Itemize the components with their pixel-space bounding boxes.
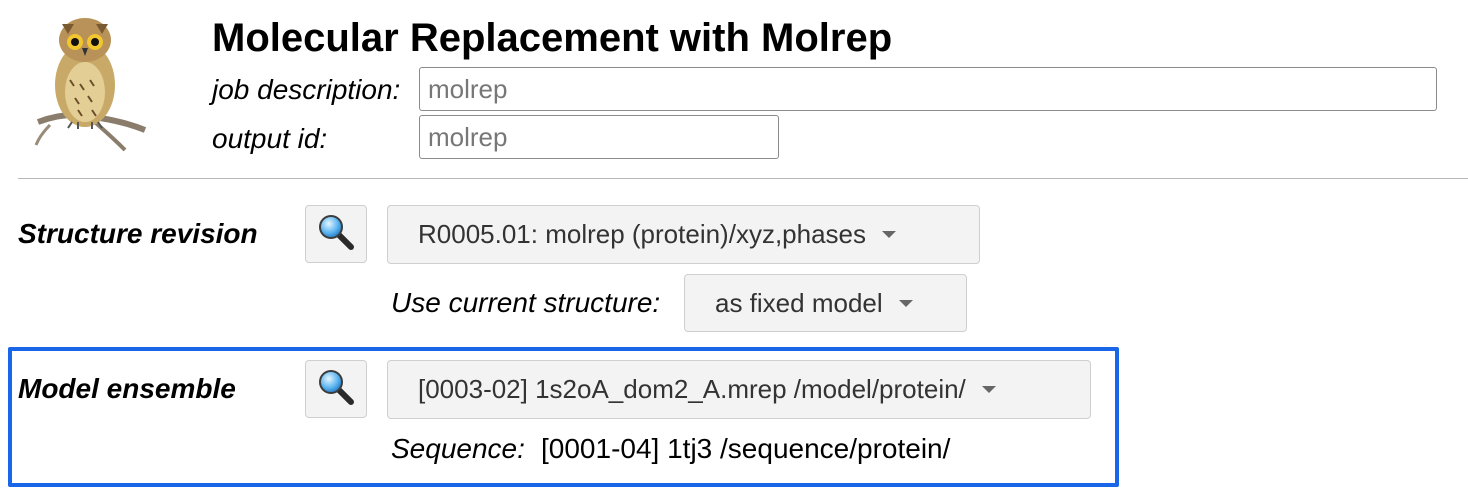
page-title: Molecular Replacement with Molrep — [212, 16, 893, 60]
sequence-label: Sequence: — [391, 433, 525, 464]
job-description-label: job description: — [212, 74, 401, 105]
model-ensemble-label: Model ensemble — [18, 373, 236, 404]
model-ensemble-select[interactable]: [0003-02] 1s2oA_dom2_A.mrep /model/prote… — [387, 360, 1091, 419]
magnifier-icon — [317, 368, 355, 411]
output-id-input[interactable] — [419, 115, 779, 159]
output-id-label: output id: — [212, 123, 328, 154]
model-search-button[interactable] — [305, 360, 367, 418]
magnifier-icon — [317, 213, 355, 256]
use-current-structure-value: as fixed model — [715, 287, 883, 318]
job-description-input[interactable] — [419, 67, 1437, 111]
owl-logo — [30, 10, 150, 160]
header-divider — [18, 178, 1468, 179]
chevron-down-icon — [981, 386, 996, 393]
use-current-structure-select[interactable]: as fixed model — [684, 274, 967, 332]
structure-revision-label: Structure revision — [18, 218, 258, 249]
chevron-down-icon — [882, 231, 897, 238]
structure-revision-select[interactable]: R0005.01: molrep (protein)/xyz,phases — [387, 205, 980, 264]
chevron-down-icon — [898, 299, 913, 307]
model-ensemble-value: [0003-02] 1s2oA_dom2_A.mrep /model/prote… — [418, 374, 966, 404]
use-current-structure-label: Use current structure: — [391, 287, 661, 318]
structure-revision-value: R0005.01: molrep (protein)/xyz,phases — [418, 219, 867, 249]
structure-search-button[interactable] — [305, 205, 367, 263]
sequence-value: [0001-04] 1tj3 /sequence/protein/ — [541, 433, 951, 464]
